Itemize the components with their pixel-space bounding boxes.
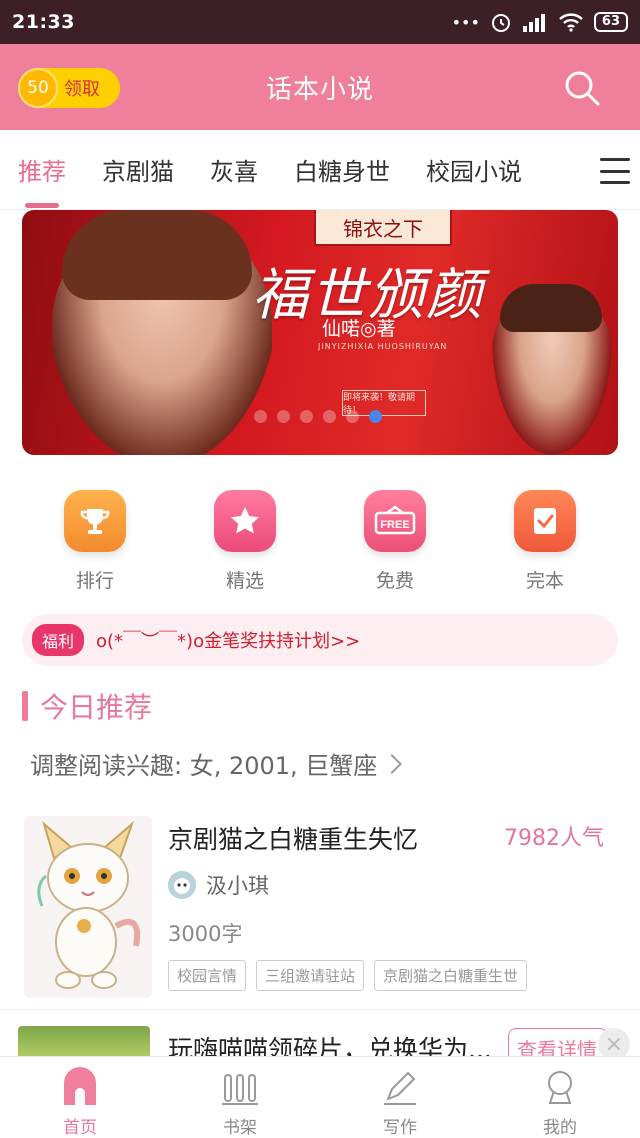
pen-icon — [378, 1065, 422, 1109]
battery-indicator: 63 — [593, 12, 628, 32]
quick-nav-ranking[interactable]: 排行 — [20, 490, 170, 600]
bookshelf-icon — [218, 1065, 262, 1109]
tab-baitang-shenshi[interactable]: 白糖身世 — [276, 130, 408, 210]
carousel-dot[interactable] — [323, 410, 336, 423]
search-button[interactable] — [562, 68, 602, 108]
banner-title: 福世颁颜 — [252, 263, 484, 328]
book-cover — [24, 816, 152, 998]
quick-nav: 排行 精选 FREE 免费 完本 — [0, 490, 640, 600]
quick-nav-free[interactable]: FREE 免费 — [320, 490, 470, 600]
nav-profile[interactable]: 我的 — [480, 1057, 640, 1138]
banner-sign: 锦衣之下 — [314, 210, 452, 246]
alarm-icon — [491, 14, 510, 32]
promo-title: 玩嗨喵喵领碎片，兑换华为... — [168, 1035, 492, 1057]
checklist-icon — [514, 490, 576, 552]
cell-signal-icon — [522, 14, 545, 32]
welfare-badge: 福利 — [32, 624, 85, 656]
page-title: 话本小说 — [265, 74, 374, 105]
bottom-nav: 首页 书架 写作 我的 — [0, 1056, 640, 1138]
category-tabs: 推荐 京剧猫 灰喜 白糖身世 校园小说 — [0, 130, 640, 210]
book-title: 京剧猫之白糖重生失忆 — [168, 825, 419, 854]
view-details-button[interactable]: 查看详情 — [508, 1028, 608, 1057]
quick-nav-label: 完本 — [525, 570, 564, 592]
tab-recommend[interactable]: 推荐 — [0, 130, 84, 210]
nav-label: 写作 — [383, 1118, 417, 1138]
nav-label: 首页 — [63, 1118, 97, 1138]
carousel-dot[interactable] — [300, 410, 313, 423]
status-icons: ••• 63 — [452, 11, 628, 33]
carousel-dot[interactable] — [277, 410, 290, 423]
tab-jingjumao[interactable]: 京剧猫 — [84, 130, 192, 210]
svg-text:FREE: FREE — [380, 519, 409, 531]
book-tags: 校园言情 三组邀请驻站 京剧猫之白糖重生世 — [168, 960, 528, 991]
search-icon — [565, 71, 600, 106]
author-name: 汲小琪 — [206, 874, 269, 898]
book-popularity: 7982人气 — [504, 826, 604, 851]
menu-icon-line — [600, 169, 630, 173]
trophy-icon — [64, 490, 126, 552]
nav-home[interactable]: 首页 — [0, 1057, 160, 1138]
carousel-dot[interactable] — [369, 410, 382, 423]
carousel-dot[interactable] — [346, 410, 359, 423]
user-icon — [538, 1065, 582, 1109]
nav-label: 书架 — [223, 1118, 257, 1138]
menu-icon-line — [600, 158, 630, 161]
nav-write[interactable]: 写作 — [320, 1057, 480, 1138]
tab-campus-novel[interactable]: 校园小说 — [408, 130, 540, 210]
section-title: 今日推荐 — [40, 691, 153, 724]
banner-subtitle: JINYIZHIXIA HUOSHIRUYAN — [318, 342, 448, 351]
quick-nav-label: 精选 — [225, 570, 264, 592]
welfare-notice-text: o(*￣︶￣*)o金笔奖扶持计划>> — [96, 631, 361, 652]
cat-illustration — [37, 820, 140, 989]
section-header: 今日推荐 — [22, 686, 152, 726]
status-bar: 21:33 ••• 63 — [0, 0, 640, 44]
quick-nav-featured[interactable]: 精选 — [170, 490, 320, 600]
book-tag[interactable]: 三组邀请驻站 — [256, 960, 365, 991]
home-icon — [58, 1065, 102, 1109]
promo-banner[interactable]: 锦衣之下 福世颁颜 仙喏◎著 JINYIZHIXIA HUOSHIRUYAN 即… — [22, 210, 618, 455]
carousel-dot[interactable] — [254, 410, 267, 423]
coin-count: 50 — [18, 68, 58, 108]
adjust-interest-link[interactable]: 调整阅读兴趣: 女, 2001, 巨蟹座 — [30, 746, 403, 781]
avatar — [168, 871, 196, 899]
nav-label: 我的 — [543, 1118, 577, 1138]
menu-icon-line — [600, 181, 630, 184]
claim-coins-button[interactable]: 50 领取 — [18, 68, 120, 108]
tab-huixi[interactable]: 灰喜 — [192, 130, 276, 210]
book-tag[interactable]: 京剧猫之白糖重生世 — [374, 960, 528, 991]
wifi-icon — [559, 13, 583, 32]
more-categories-button[interactable] — [600, 158, 630, 184]
nav-bookshelf[interactable]: 书架 — [160, 1057, 320, 1138]
chevron-right-icon — [382, 753, 403, 774]
app-header: 50 领取 话本小说 — [0, 44, 640, 130]
book-author[interactable]: 汲小琪 — [168, 870, 269, 900]
signal-dots: ••• — [451, 12, 480, 32]
quick-nav-label: 免费 — [375, 570, 414, 592]
promo-list-item[interactable]: 玩嗨喵喵领碎片，兑换华为... 查看详情 — [0, 1012, 640, 1057]
status-time: 21:33 — [12, 11, 75, 33]
free-tag-icon: FREE — [364, 490, 426, 552]
banner-figure-hair — [62, 210, 252, 300]
section-accent-bar — [22, 691, 28, 721]
interest-text: 调整阅读兴趣: 女, 2001, 巨蟹座 — [30, 752, 378, 780]
book-word-count: 3000字 — [168, 922, 243, 946]
quick-nav-completed[interactable]: 完本 — [470, 490, 620, 600]
star-icon — [214, 490, 276, 552]
quick-nav-label: 排行 — [75, 570, 114, 592]
book-tag[interactable]: 校园言情 — [168, 960, 247, 991]
book-card[interactable]: 京剧猫之白糖重生失忆 7982人气 汲小琪 3000字 校园言情 三组邀请驻站 … — [0, 810, 640, 1010]
promo-cover — [18, 1026, 150, 1057]
claim-label: 领取 — [64, 79, 100, 100]
banner-author: 仙喏◎著 — [322, 318, 396, 340]
carousel-dots — [254, 410, 382, 423]
welfare-notice[interactable]: 福利 o(*￣︶￣*)o金笔奖扶持计划>> — [22, 614, 618, 666]
